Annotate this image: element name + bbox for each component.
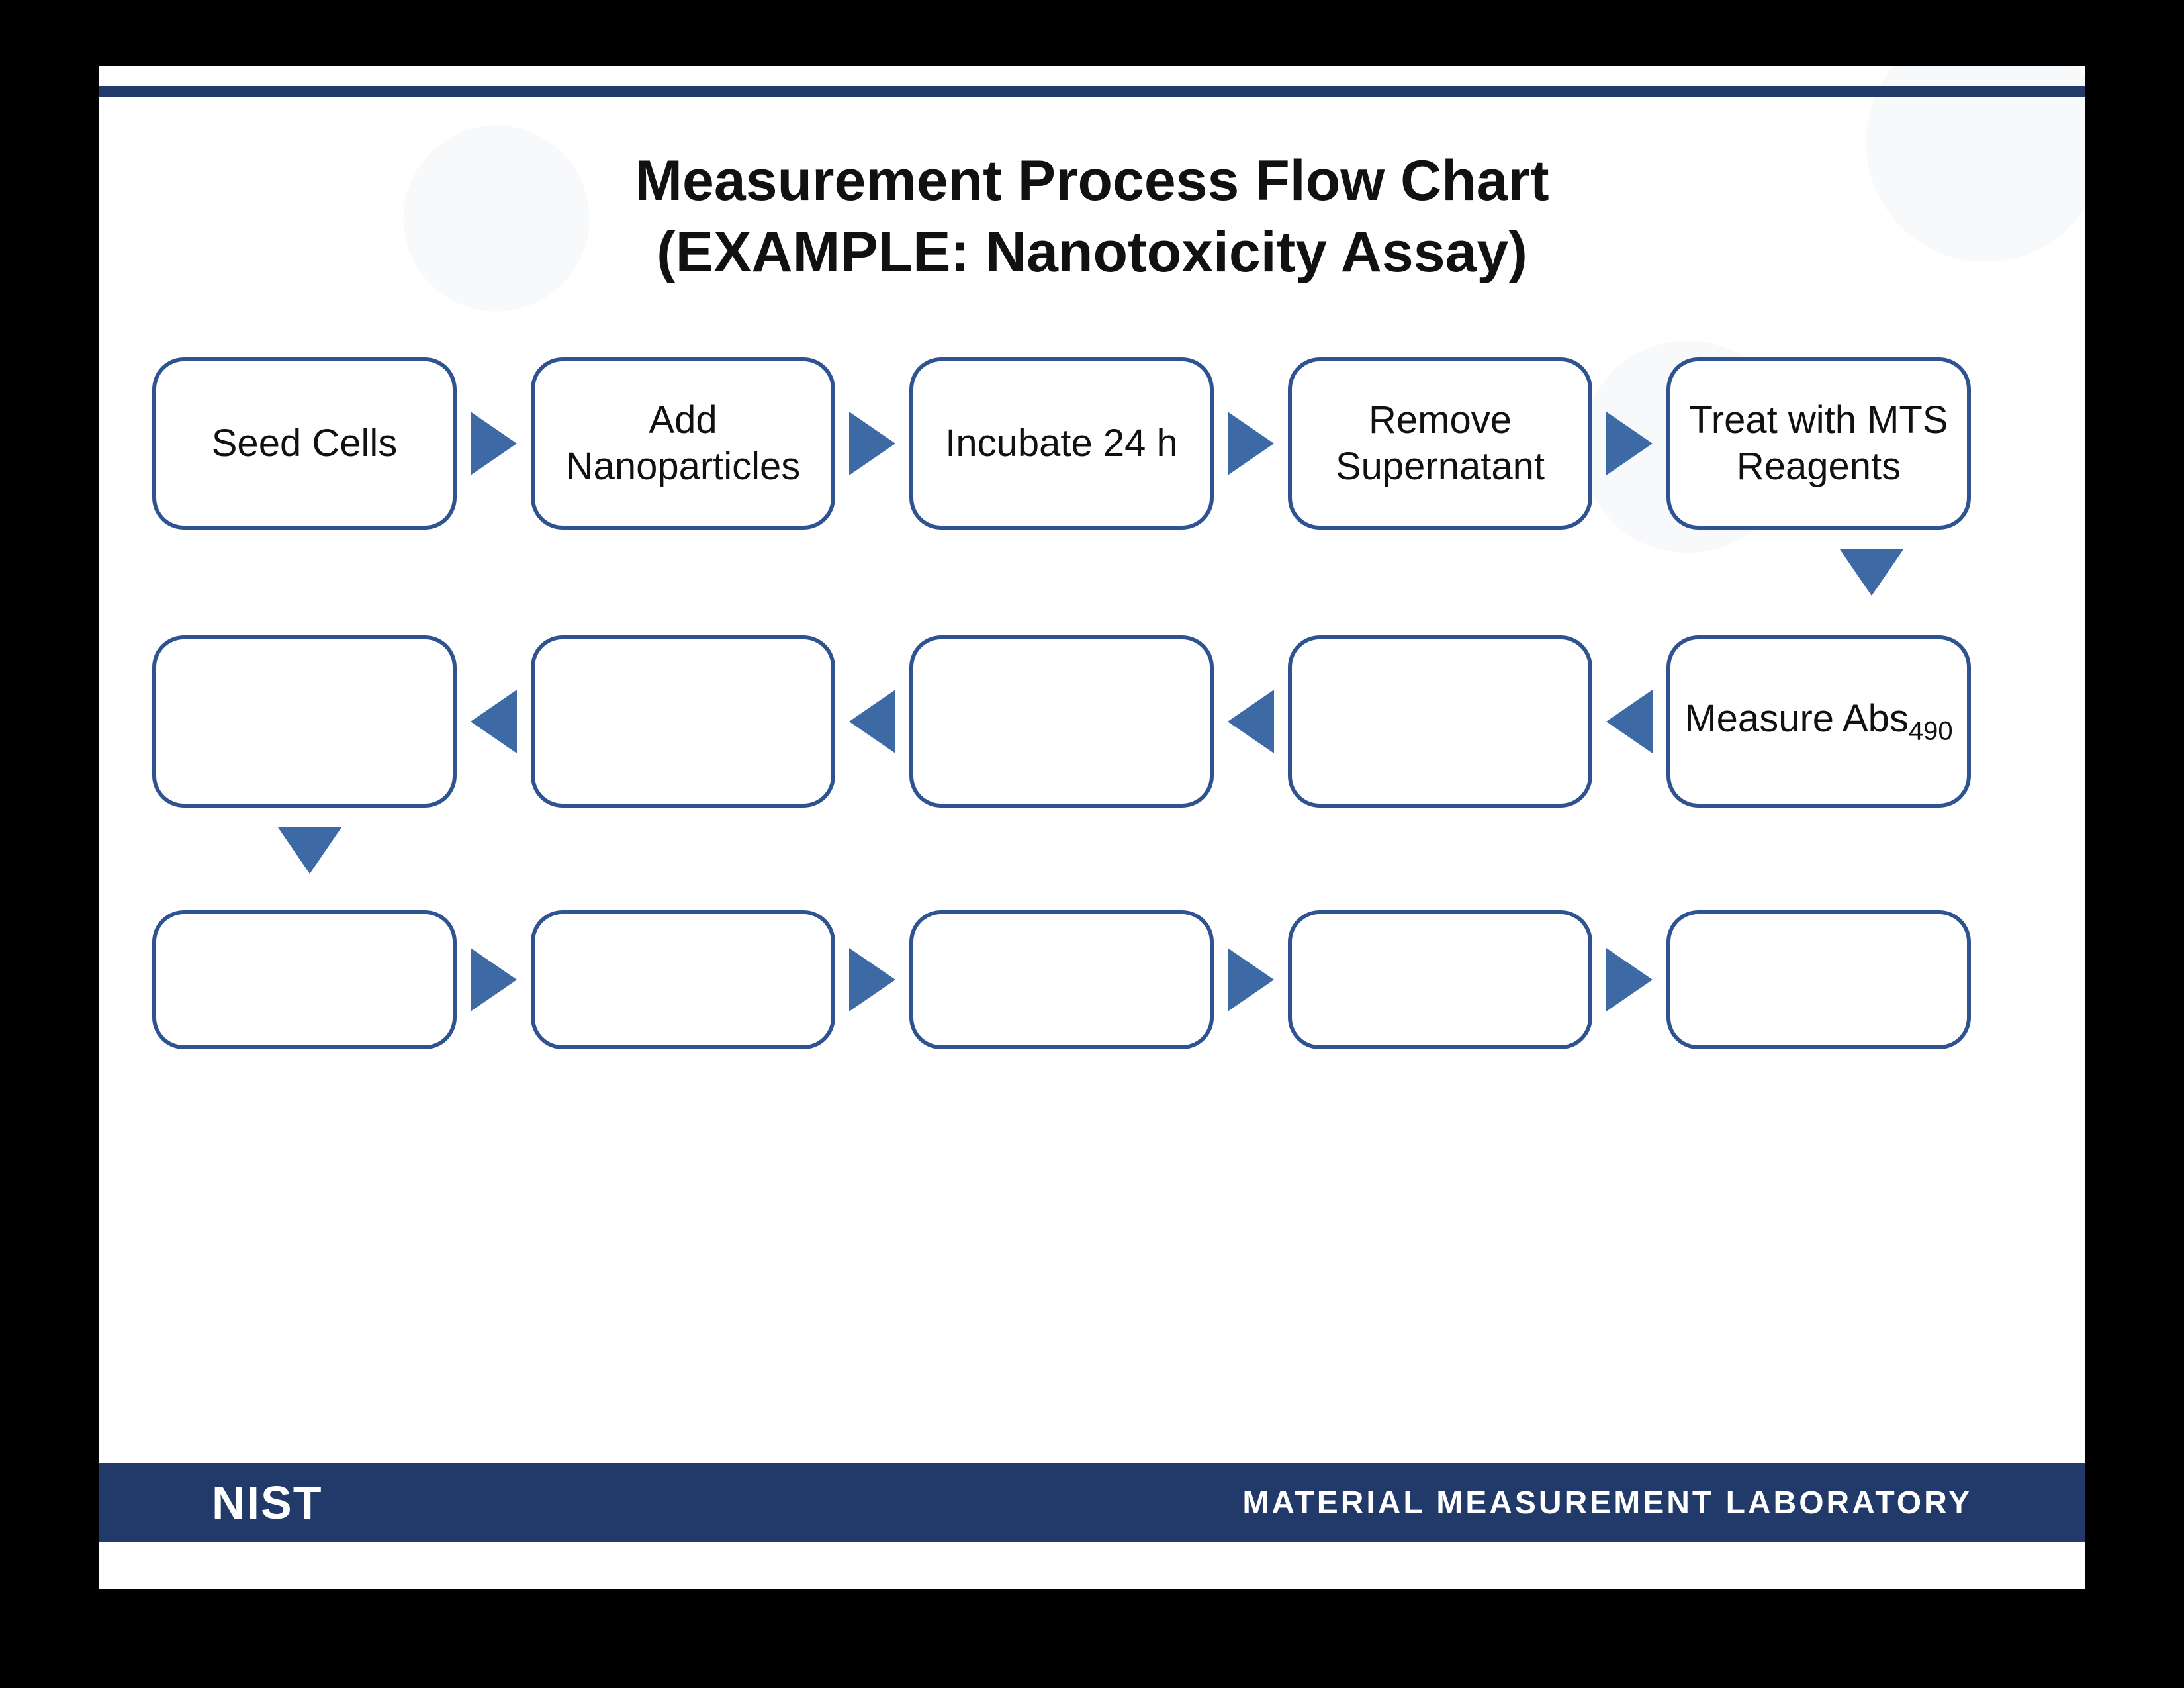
lab-name: MATERIAL MEASUREMENT LABORATORY <box>1242 1485 1972 1521</box>
arrow-gap <box>835 948 909 1011</box>
flow-row-2: Measure Abs490 <box>152 622 2032 821</box>
step-incubate: Incubate 24 h <box>909 357 1214 530</box>
step-empty <box>909 635 1214 808</box>
title-line-2: (EXAMPLE: Nanotoxicity Assay) <box>99 217 2085 289</box>
step-empty <box>1666 910 1971 1049</box>
step-measure-abs490: Measure Abs490 <box>1666 635 1971 808</box>
arrow-gap <box>457 412 531 475</box>
arrow-right-icon <box>1228 948 1274 1011</box>
step-treat-mts: Treat with MTS Reagents <box>1666 357 1971 530</box>
arrow-right-icon <box>849 948 895 1011</box>
step-label: Incubate 24 h <box>945 420 1178 467</box>
arrow-left-icon <box>849 690 895 753</box>
step-empty <box>1288 910 1592 1049</box>
arrow-gap <box>835 690 909 753</box>
slide-title: Measurement Process Flow Chart (EXAMPLE:… <box>99 146 2085 288</box>
step-empty <box>152 910 457 1049</box>
step-seed-cells: Seed Cells <box>152 357 457 530</box>
arrow-gap <box>1214 690 1288 753</box>
step-label: Measure Abs490 <box>1684 696 1952 747</box>
step-empty <box>909 910 1214 1049</box>
footer-bar: NIST MATERIAL MEASUREMENT LABORATORY <box>99 1463 2085 1542</box>
step-label: Treat with MTS Reagents <box>1677 397 1960 489</box>
flow-row-3 <box>152 900 2032 1059</box>
arrow-gap <box>1214 412 1288 475</box>
arrow-gap <box>457 948 531 1011</box>
arrow-down-icon <box>1840 549 1903 596</box>
top-rule <box>99 86 2085 97</box>
arrow-gap <box>835 412 909 475</box>
arrow-right-icon <box>471 412 517 475</box>
step-label: Seed Cells <box>212 420 397 467</box>
step-label: Add Nanoparticles <box>541 397 825 489</box>
arrow-right-icon <box>1606 948 1653 1011</box>
step-empty <box>152 635 457 808</box>
arrow-right-icon <box>1228 412 1274 475</box>
step-remove-supernatant: Remove Supernatant <box>1288 357 1592 530</box>
arrow-right-icon <box>849 412 895 475</box>
measure-subscript: 490 <box>1909 717 1953 746</box>
arrow-gap <box>457 690 531 753</box>
flowchart: Seed Cells Add Nanoparticles Incubate 24… <box>152 344 2032 1139</box>
step-empty <box>531 635 835 808</box>
arrow-gap <box>1214 948 1288 1011</box>
slide: Measurement Process Flow Chart (EXAMPLE:… <box>99 66 2085 1589</box>
step-label: Remove Supernatant <box>1298 397 1582 489</box>
arrow-right-icon <box>471 948 517 1011</box>
nist-logo: NIST <box>212 1476 322 1529</box>
arrow-gap <box>1592 690 1666 753</box>
step-empty <box>531 910 835 1049</box>
flow-row-1: Seed Cells Add Nanoparticles Incubate 24… <box>152 344 2032 543</box>
step-add-nanoparticles: Add Nanoparticles <box>531 357 835 530</box>
step-empty <box>1288 635 1592 808</box>
arrow-down-icon <box>278 827 341 874</box>
arrow-left-icon <box>471 690 517 753</box>
title-line-1: Measurement Process Flow Chart <box>99 146 2085 217</box>
measure-main: Measure Abs <box>1684 697 1909 740</box>
arrow-gap <box>1592 948 1666 1011</box>
arrow-left-icon <box>1228 690 1274 753</box>
arrow-left-icon <box>1606 690 1653 753</box>
arrow-gap <box>1592 412 1666 475</box>
arrow-right-icon <box>1606 412 1653 475</box>
